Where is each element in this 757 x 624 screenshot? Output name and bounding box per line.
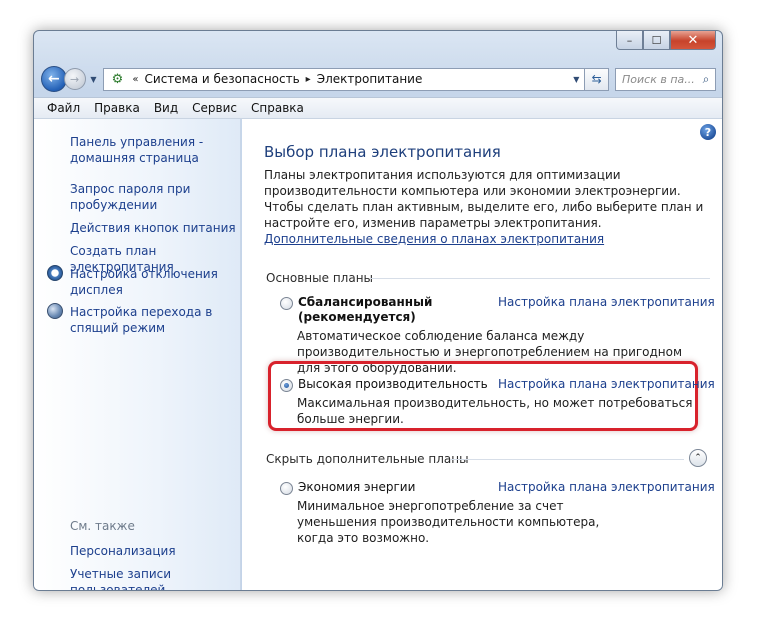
plan-desc-power-saver: Минимальное энергопотребление за счет ум… [297, 499, 600, 545]
sidebar-link-sleep-mode[interactable]: Настройка перехода в спящий режим [70, 304, 212, 336]
page-description: Планы электропитания используются для оп… [264, 167, 709, 247]
main-plans-divider [370, 278, 710, 279]
plan-name-power-saver[interactable]: Экономия энергии [298, 480, 415, 495]
address-toolbar: ← → ▼ ⚙ « Система и безопасность ▸ Элект… [41, 64, 717, 94]
more-info-link[interactable]: Дополнительные сведения о планах электро… [264, 232, 604, 246]
plan-radio-power-saver[interactable] [280, 482, 293, 495]
control-panel-icon: ⚙ [111, 71, 124, 87]
page-title: Выбор плана электропитания [264, 143, 501, 161]
refresh-icon[interactable]: ⇆ [585, 67, 610, 91]
sidebar-link-display-off[interactable]: Настройка отключения дисплея [70, 266, 218, 298]
close-button[interactable]: ✕ [670, 31, 716, 50]
help-icon[interactable]: ? [700, 124, 716, 140]
forward-arrow-icon[interactable]: → [63, 68, 86, 90]
plan-settings-link-balanced[interactable]: Настройка плана электропитания [498, 295, 715, 309]
sidebar-link-control-panel-home[interactable]: Панель управления - домашняя страница [70, 134, 203, 166]
window-controls: – ☐ ✕ [616, 31, 716, 51]
sidebar-link-personalization[interactable]: Персонализация [70, 543, 176, 559]
search-placeholder: Поиск в па... [622, 72, 695, 86]
menu-view[interactable]: Вид [147, 101, 185, 115]
plan-radio-high-performance[interactable] [280, 379, 293, 392]
sleep-moon-icon [47, 303, 63, 319]
history-dropdown-icon[interactable]: ▼ [88, 75, 100, 84]
description-text: Планы электропитания используются для оп… [264, 168, 704, 230]
breadcrumb-separator-icon[interactable]: ▸ [306, 74, 311, 85]
maximize-button[interactable]: ☐ [643, 31, 670, 50]
menu-file[interactable]: Файл [40, 101, 87, 115]
plan-name-balanced-main: Сбалансированный [298, 295, 433, 309]
sidebar-link-wakeup-password[interactable]: Запрос пароля при пробуждении [70, 181, 190, 213]
search-input[interactable]: Поиск в па... ⌕ [615, 67, 717, 91]
collapse-chevron-up-icon[interactable]: ⌃ [689, 449, 707, 467]
extra-plans-header[interactable]: Скрыть дополнительные планы [266, 452, 469, 466]
control-panel-window: – ☐ ✕ ← → ▼ ⚙ « Система и безопасность ▸… [33, 30, 723, 591]
plan-settings-link-power-saver[interactable]: Настройка плана электропитания [498, 480, 715, 494]
plan-desc-high-performance: Максимальная производительность, но може… [297, 396, 693, 426]
breadcrumb-power-options[interactable]: Электропитание [317, 72, 423, 86]
sidebar-link-power-buttons[interactable]: Действия кнопок питания [70, 220, 236, 236]
back-arrow-icon[interactable]: ← [41, 66, 67, 92]
sidebar: Панель управления - домашняя страница За… [34, 119, 241, 590]
menu-edit[interactable]: Правка [87, 101, 147, 115]
search-icon[interactable]: ⌕ [697, 72, 715, 87]
sidebar-link-user-accounts[interactable]: Учетные записи пользователей [70, 566, 171, 590]
plan-name-balanced[interactable]: Сбалансированный (рекомендуется) [298, 295, 432, 325]
plan-radio-balanced[interactable] [280, 297, 293, 310]
breadcrumb-system-security[interactable]: Система и безопасность [145, 72, 300, 86]
main-plans-header: Основные планы [266, 271, 374, 285]
main-content: ? Выбор плана электропитания Планы элект… [242, 119, 722, 590]
display-clock-icon [47, 265, 63, 281]
breadcrumb-overflow[interactable]: « [132, 74, 138, 85]
menu-bar: Файл Правка Вид Сервис Справка [34, 97, 722, 119]
plan-name-balanced-suffix: (рекомендуется) [298, 310, 416, 324]
minimize-button[interactable]: – [616, 31, 643, 50]
plan-settings-link-high-performance[interactable]: Настройка плана электропитания [498, 377, 715, 391]
menu-help[interactable]: Справка [244, 101, 311, 115]
menu-tools[interactable]: Сервис [185, 101, 244, 115]
see-also-label: См. также [70, 519, 135, 533]
address-bar[interactable]: ⚙ « Система и безопасность ▸ Электропита… [103, 67, 586, 91]
address-dropdown-icon[interactable]: ▼ [568, 75, 584, 84]
plan-name-high-performance[interactable]: Высокая производительность [298, 377, 488, 392]
extra-plans-divider [450, 459, 684, 460]
